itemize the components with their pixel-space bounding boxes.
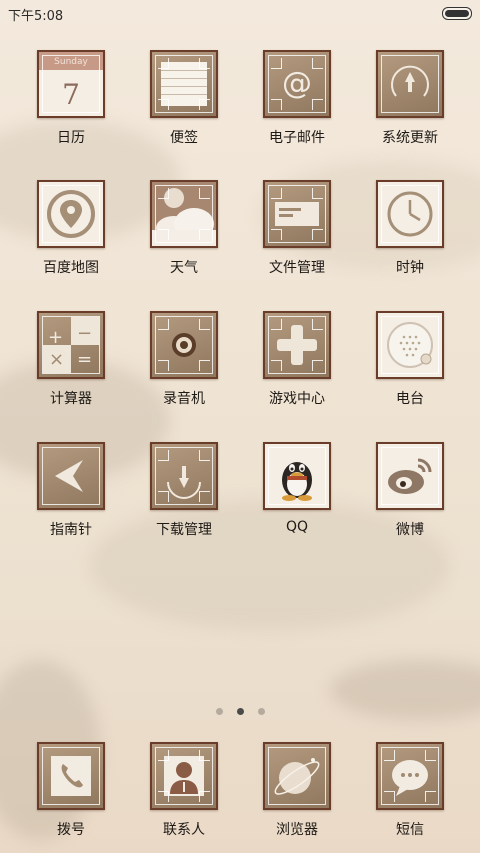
app-label: 拨号 — [57, 822, 85, 838]
app-browser[interactable]: 浏览器 — [247, 742, 347, 839]
file-manager-icon — [263, 180, 331, 248]
page-dot-active[interactable] — [236, 708, 244, 715]
app-game-center[interactable]: 游戏中心 — [247, 311, 347, 408]
weibo-icon — [376, 442, 444, 510]
app-label: 联系人 — [163, 822, 205, 838]
app-contacts[interactable]: 联系人 — [134, 742, 234, 839]
update-arrow-icon — [391, 65, 429, 97]
app-label: 游戏中心 — [269, 391, 325, 407]
app-label: 系统更新 — [382, 130, 438, 146]
app-label: 便签 — [170, 130, 198, 146]
notes-icon — [150, 50, 218, 118]
planet-icon — [274, 758, 320, 795]
app-label: 微博 — [396, 522, 424, 538]
app-label: 日历 — [57, 130, 85, 146]
weather-icon — [150, 180, 218, 248]
at-icon: @ — [282, 66, 312, 101]
browser-icon — [263, 742, 331, 810]
app-label: 计算器 — [50, 391, 92, 407]
map-pin-icon — [47, 190, 95, 238]
speaker-icon — [387, 322, 433, 368]
app-label: 指南针 — [50, 522, 92, 538]
app-calculator[interactable]: + − × = 计算器 — [21, 311, 121, 408]
app-weather[interactable]: 天气 — [134, 180, 234, 277]
messages-icon — [376, 742, 444, 810]
clock-face-icon — [387, 191, 433, 237]
app-file-manager[interactable]: 文件管理 — [247, 180, 347, 277]
app-label: 电台 — [396, 391, 424, 407]
app-download-manager[interactable]: 下载管理 — [134, 442, 234, 539]
app-label: 天气 — [170, 260, 198, 276]
app-dialer[interactable]: 拨号 — [21, 742, 121, 839]
battery-icon — [442, 7, 472, 20]
system-update-icon — [376, 50, 444, 118]
app-label: 百度地图 — [43, 260, 99, 276]
app-label: 电子邮件 — [269, 130, 325, 146]
dialer-icon — [37, 742, 105, 810]
radio-icon — [376, 311, 444, 379]
clock-icon — [376, 180, 444, 248]
app-label: QQ — [285, 519, 309, 535]
minus-icon: − — [77, 323, 93, 344]
page-dot[interactable] — [257, 708, 265, 715]
app-radio[interactable]: 电台 — [360, 311, 460, 408]
app-label: 文件管理 — [269, 260, 325, 276]
calendar-day: 7 — [62, 78, 80, 111]
app-notes[interactable]: 便签 — [134, 50, 234, 147]
app-weibo[interactable]: 微博 — [360, 442, 460, 539]
app-label: 时钟 — [396, 260, 424, 276]
app-label: 短信 — [396, 822, 424, 838]
weibo-eye-icon — [388, 458, 432, 494]
app-messages[interactable]: 短信 — [360, 742, 460, 839]
email-icon: @ — [263, 50, 331, 118]
app-label: 浏览器 — [276, 822, 318, 838]
download-manager-icon — [150, 442, 218, 510]
app-system-update[interactable]: 系统更新 — [360, 50, 460, 147]
page-dot[interactable] — [215, 708, 223, 715]
calculator-icon: + − × = — [37, 311, 105, 379]
status-bar: 下午5:08 — [0, 0, 480, 26]
app-email[interactable]: @ 电子邮件 — [247, 50, 347, 147]
app-compass[interactable]: 指南针 — [21, 442, 121, 539]
compass-arrow-icon — [55, 460, 83, 492]
status-time: 下午5:08 — [8, 9, 64, 24]
plus-icon: + — [48, 327, 64, 348]
calendar-icon: Sunday 7 — [37, 50, 105, 118]
calendar-weekday: Sunday — [54, 57, 88, 67]
app-qq[interactable]: QQ — [247, 442, 347, 535]
app-recorder[interactable]: 录音机 — [134, 311, 234, 408]
recorder-icon — [150, 311, 218, 379]
contacts-icon — [150, 742, 218, 810]
map-icon — [37, 180, 105, 248]
app-baidu-map[interactable]: 百度地图 — [21, 180, 121, 277]
app-clock[interactable]: 时钟 — [360, 180, 460, 277]
page-indicator — [0, 700, 480, 719]
qq-icon — [263, 442, 331, 510]
game-center-icon — [263, 311, 331, 379]
equals-icon: = — [77, 349, 93, 370]
app-calendar[interactable]: Sunday 7 日历 — [21, 50, 121, 147]
compass-icon — [37, 442, 105, 510]
penguin-icon — [282, 462, 312, 501]
multiply-icon: × — [49, 349, 65, 370]
phone-icon — [51, 756, 91, 796]
app-label: 下载管理 — [156, 522, 212, 538]
app-label: 录音机 — [163, 391, 205, 407]
